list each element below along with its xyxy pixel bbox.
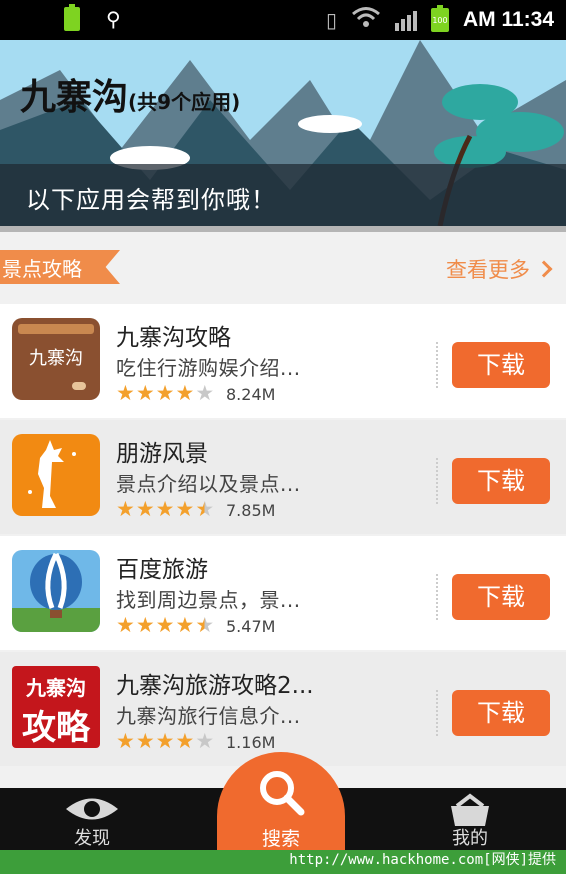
app-name: 朋游风景: [116, 441, 208, 467]
star-icon: ★: [135, 729, 155, 753]
download-button[interactable]: 下载: [452, 458, 550, 504]
battery-full-icon: 100: [430, 4, 449, 32]
app-name: 九寨沟旅游攻略2...: [116, 673, 314, 699]
star-icon: ★: [155, 381, 175, 405]
app-description: 找到周边景点，景...: [116, 588, 301, 612]
app-list-item[interactable]: 百度旅游 找到周边景点，景... ★ ★ ★ ★ ★ 5.47M 下载: [0, 536, 566, 650]
giraffe-icon: [12, 434, 100, 516]
star-rating: ★ ★ ★ ★ ★: [116, 614, 214, 636]
section-header: 景点攻略 查看更多: [0, 232, 566, 302]
download-button[interactable]: 下载: [452, 574, 550, 620]
destination-name: 九寨沟: [20, 77, 129, 118]
status-bar: ⚲ ▯ 100 AM 11:34: [0, 0, 566, 40]
search-label: 搜索: [261, 828, 300, 850]
star-icon: ★: [116, 497, 135, 521]
app-name: 百度旅游: [116, 557, 208, 583]
app-count: (共9个应用): [128, 90, 241, 114]
star-icon: ★: [116, 729, 135, 753]
star-icon: ★: [135, 381, 155, 405]
row-divider: [436, 342, 438, 388]
app-size: 5.47M: [226, 617, 276, 636]
jiuzhaigou-guide-icon: 九寨沟: [12, 318, 100, 400]
destination-banner: 九寨沟(共9个应用) 以下应用会帮到你哦！: [0, 40, 566, 226]
star-icon: ★: [116, 381, 135, 405]
row-divider: [436, 458, 438, 504]
star-icon: ★: [175, 613, 195, 637]
nav-discover[interactable]: 发现: [32, 788, 152, 850]
app-size: 8.24M: [226, 385, 276, 404]
half-star-icon: ★: [195, 497, 215, 521]
eye-icon: [66, 798, 118, 820]
section-tag-label: 景点攻略: [2, 257, 82, 281]
half-star-icon: ★: [195, 613, 215, 637]
jiuzhaigou-strategy-icon: 九寨沟 攻略: [12, 666, 100, 748]
icon-text-bottom: 攻略: [22, 708, 90, 748]
see-more-link[interactable]: 查看更多: [446, 254, 553, 284]
section-tag: 景点攻略: [0, 250, 120, 284]
nav-discover-label: 发现: [74, 828, 110, 849]
phone-screen: ⚲ ▯ 100 AM 11:34 九寨沟(共9个应用) 以下应用会帮到你哦！ 景…: [0, 0, 566, 850]
search-icon: [260, 771, 305, 816]
app-size: 7.85M: [226, 501, 276, 520]
app-description: 九寨沟旅行信息介...: [116, 704, 301, 728]
app-name: 九寨沟攻略: [116, 325, 231, 351]
star-icon: ★: [175, 729, 195, 753]
star-icon: ★: [116, 613, 135, 637]
wifi-icon: [351, 6, 381, 33]
usb-icon: ⚲: [106, 7, 121, 31]
app-description: 景点介绍以及景点...: [116, 472, 301, 496]
see-more-label: 查看更多: [446, 258, 530, 282]
star-icon: ★: [195, 381, 215, 405]
star-rating: ★ ★ ★ ★ ★: [116, 498, 214, 520]
hot-air-balloon-icon: [12, 550, 100, 632]
download-button[interactable]: 下载: [452, 342, 550, 388]
star-icon: ★: [135, 613, 155, 637]
signal-icon: [394, 9, 417, 31]
icon-text: 九寨沟: [29, 348, 83, 369]
star-icon: ★: [175, 497, 195, 521]
chevron-right-icon: [535, 260, 553, 278]
battery-icon: [64, 4, 80, 31]
nav-mine[interactable]: 我的: [410, 788, 530, 850]
star-icon: ★: [175, 381, 195, 405]
nav-mine-label: 我的: [452, 828, 488, 849]
app-list-item[interactable]: 九寨沟 攻略 九寨沟旅游攻略2... 九寨沟旅行信息介... ★ ★ ★ ★ ★ 1.1…: [0, 652, 566, 766]
star-rating: ★ ★ ★ ★ ★: [116, 730, 214, 752]
banner-title: 九寨沟(共9个应用): [20, 68, 240, 120]
download-button[interactable]: 下载: [452, 690, 550, 736]
bundle-icon: [451, 793, 489, 826]
vibrate-icon: ▯: [325, 7, 337, 32]
search-button[interactable]: 搜索: [217, 752, 345, 850]
star-icon: ★: [155, 497, 175, 521]
icon-text-top: 九寨沟: [26, 676, 86, 700]
star-rating: ★ ★ ★ ★ ★: [116, 382, 214, 404]
app-list-item[interactable]: 朋游风景 景点介绍以及景点... ★ ★ ★ ★ ★ 7.85M 下载: [0, 420, 566, 534]
row-divider: [436, 690, 438, 736]
row-divider: [436, 574, 438, 620]
star-icon: ★: [135, 497, 155, 521]
banner-subtitle: 以下应用会帮到你哦！: [26, 186, 276, 214]
app-description: 吃住行游购娱介绍...: [116, 356, 301, 380]
star-icon: ★: [155, 613, 175, 637]
app-size: 1.16M: [226, 733, 276, 752]
watermark-text: http://www.hackhome.com[网侠]提供: [289, 852, 556, 868]
star-icon: ★: [155, 729, 175, 753]
app-list-item[interactable]: 九寨沟 九寨沟攻略 吃住行游购娱介绍... ★ ★ ★ ★ ★ 8.24M 下载: [0, 304, 566, 418]
clock: AM 11:34: [462, 7, 554, 31]
star-icon: ★: [195, 729, 215, 753]
